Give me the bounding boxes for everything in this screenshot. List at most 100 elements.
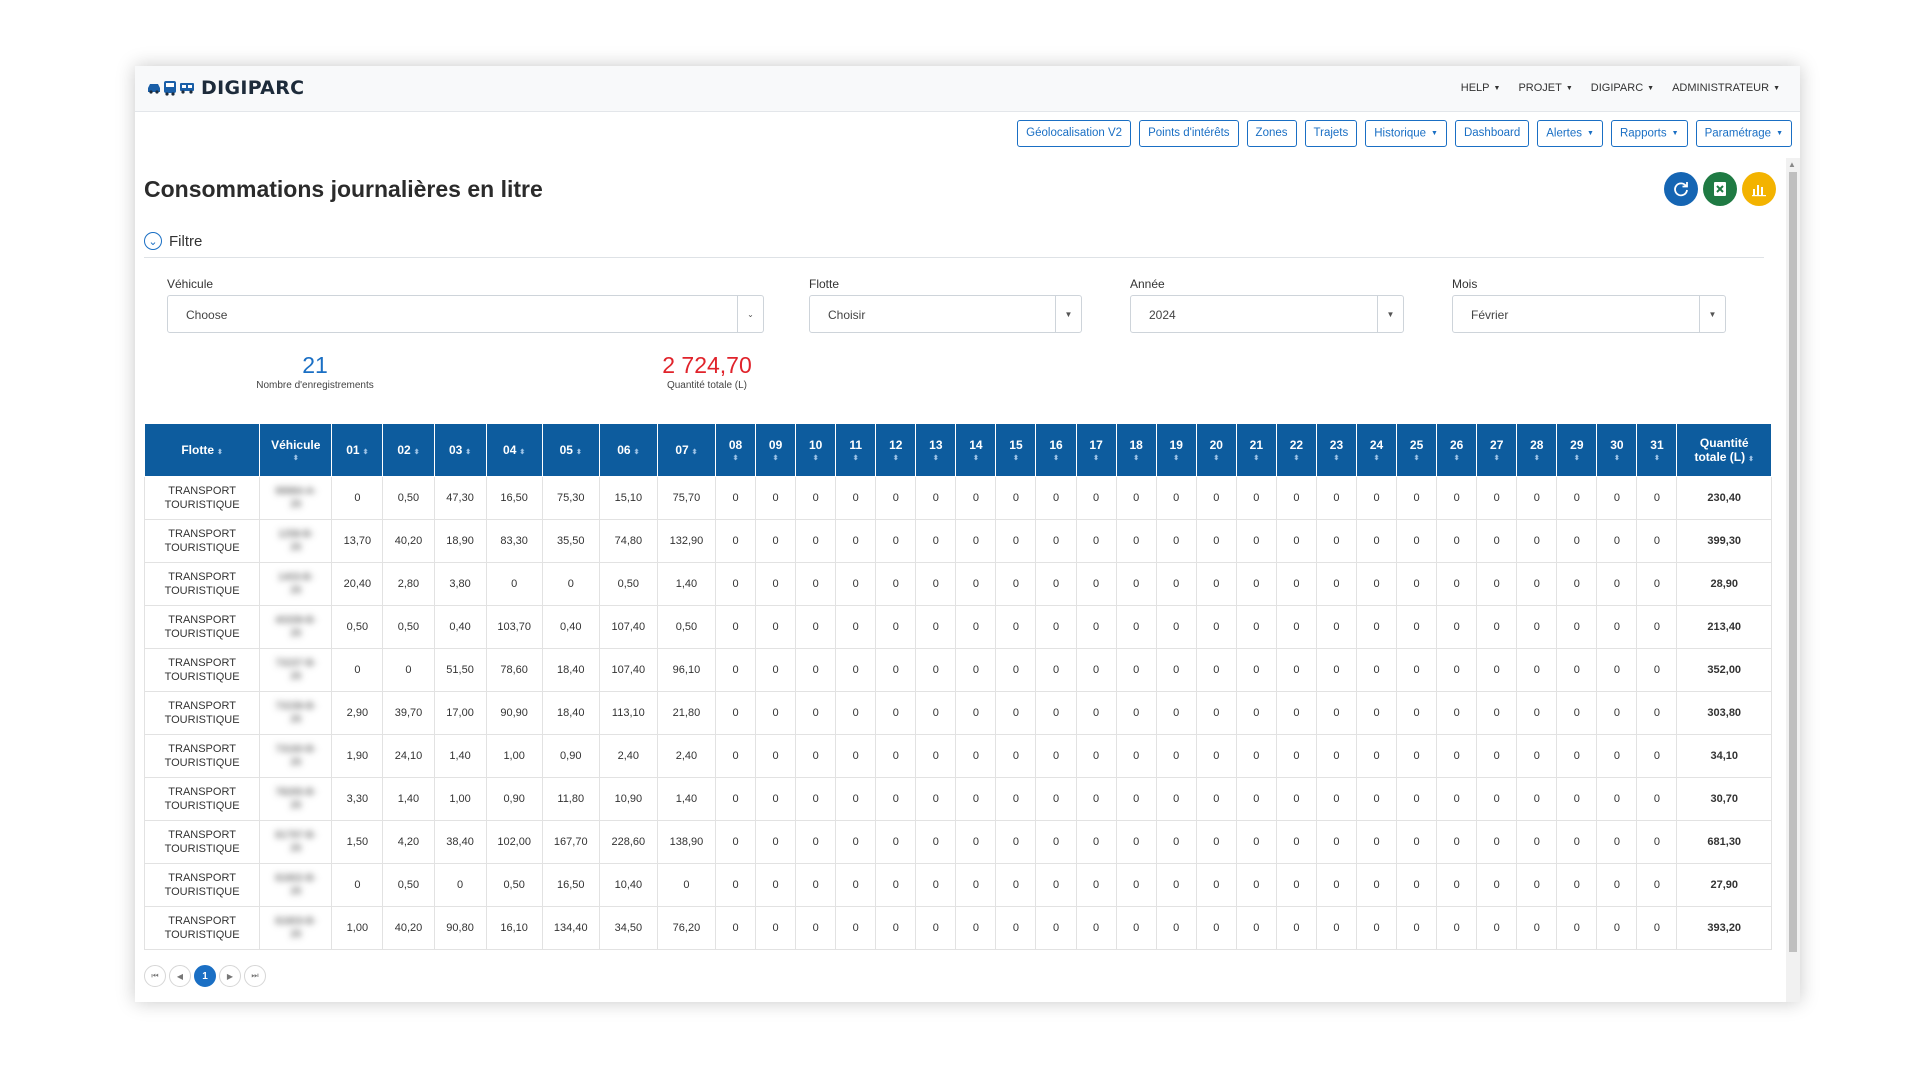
nav-trajets-button[interactable]: Trajets [1304, 120, 1358, 147]
column-header-day[interactable]: 30 ⬍ [1596, 423, 1638, 477]
column-header-day[interactable]: 02 ⬍ [382, 423, 435, 477]
scroll-up-arrow-icon[interactable]: ▲ [1788, 160, 1796, 169]
scrollbar-thumb[interactable] [1789, 172, 1797, 952]
column-header-day[interactable]: 18 ⬍ [1115, 423, 1157, 477]
column-header-day[interactable]: 04 ⬍ [485, 423, 543, 477]
menu-administrateur[interactable]: ADMINISTRATEUR ▼ [1672, 82, 1780, 94]
export-excel-button[interactable] [1703, 172, 1737, 206]
vehicule-select[interactable]: Choose ⌄ [167, 295, 764, 333]
column-header-day[interactable]: 13 ⬍ [915, 423, 957, 477]
chart-view-button[interactable] [1742, 172, 1776, 206]
column-header-day[interactable]: 20 ⬍ [1195, 423, 1237, 477]
column-header-day[interactable]: 23 ⬍ [1315, 423, 1357, 477]
column-header-vehicule[interactable]: Véhicule ⬍ [259, 423, 333, 477]
column-header-day[interactable]: 01 ⬍ [331, 423, 384, 477]
column-header-day[interactable]: 14 ⬍ [955, 423, 997, 477]
vehicle-plate-link[interactable]: 81803-B- 26 [275, 915, 316, 941]
nav-historique-button[interactable]: Historique ▼ [1365, 120, 1447, 147]
column-header-day[interactable]: 27 ⬍ [1476, 423, 1518, 477]
menu-help[interactable]: HELP ▼ [1461, 82, 1501, 94]
menu-projet[interactable]: PROJET ▼ [1518, 82, 1572, 94]
column-header-day[interactable]: 19 ⬍ [1155, 423, 1197, 477]
cell-vehicule[interactable]: 73160-B- 26 [259, 734, 333, 778]
vehicle-plate-link[interactable]: 73160-B- 26 [275, 743, 316, 769]
cell-vehicule[interactable]: 81802-B- 26 [259, 863, 333, 907]
column-header-day[interactable]: 28 ⬍ [1516, 423, 1558, 477]
column-header-day[interactable]: 05 ⬍ [541, 423, 600, 477]
refresh-button[interactable] [1664, 172, 1698, 206]
vertical-scrollbar[interactable]: ▲ [1786, 158, 1800, 1002]
table-row[interactable]: TRANSPORT TOURISTIQUE 73157-B- 26 0 0 51,50 78,… [143, 648, 1772, 692]
vehicle-plate-link[interactable]: 73157-B- 26 [275, 657, 316, 683]
last-page-button[interactable]: ⏭ [244, 965, 266, 987]
filter-toggle[interactable]: ⌄ Filtre [144, 232, 202, 250]
prev-page-button[interactable]: ◀ [169, 965, 191, 987]
cell-vehicule[interactable]: 73158-B- 26 [259, 691, 333, 735]
cell-day-value: 0 [915, 648, 957, 692]
column-header-day[interactable]: 26 ⬍ [1436, 423, 1478, 477]
column-header-total[interactable]: Quantité totale (L) ⬍ [1676, 423, 1772, 477]
nav-parametrage-button[interactable]: Paramétrage ▼ [1695, 120, 1792, 147]
cell-vehicule[interactable]: 1403-B- 26 [259, 562, 333, 606]
table-row[interactable]: TRANSPORT TOURISTIQUE 81803-B- 26 1,00 40,20 9… [143, 906, 1772, 950]
table-row[interactable]: TRANSPORT TOURISTIQUE 81802-B- 26 0 0,50 0 0,50… [143, 863, 1772, 907]
vehicle-plate-link[interactable]: 73158-B- 26 [275, 700, 316, 726]
column-header-day[interactable]: 10 ⬍ [795, 423, 837, 477]
column-header-day[interactable]: 31 ⬍ [1636, 423, 1678, 477]
annee-select[interactable]: 2024 ▼ [1130, 295, 1404, 333]
table-row[interactable]: TRANSPORT TOURISTIQUE 78265-B- 26 3,30 1,40 1,… [143, 777, 1772, 821]
column-header-day[interactable]: 21 ⬍ [1235, 423, 1277, 477]
app-logo[interactable]: DIGIPARC [147, 77, 304, 99]
vehicle-plate-link[interactable]: 81802-B- 26 [275, 872, 316, 898]
nav-points-interets-button[interactable]: Points d'intérêts [1139, 120, 1239, 147]
first-page-button[interactable]: ⏮ [144, 965, 166, 987]
column-header-day[interactable]: 03 ⬍ [433, 423, 487, 477]
page-1-button[interactable]: 1 [194, 965, 216, 987]
menu-digiparc[interactable]: DIGIPARC ▼ [1591, 82, 1654, 94]
column-header-day[interactable]: 22 ⬍ [1275, 423, 1317, 477]
column-header-day[interactable]: 15 ⬍ [995, 423, 1037, 477]
column-header-day[interactable]: 25 ⬍ [1396, 423, 1438, 477]
column-header-day[interactable]: 12 ⬍ [875, 423, 917, 477]
column-header-day[interactable]: 06 ⬍ [598, 423, 658, 477]
vehicle-plate-link[interactable]: 40339-B- 26 [275, 614, 316, 640]
nav-zones-button[interactable]: Zones [1246, 120, 1297, 147]
table-row[interactable]: TRANSPORT TOURISTIQUE 1403-B- 26 20,40 2,80 3,… [143, 562, 1772, 606]
column-header-day[interactable]: 16 ⬍ [1035, 423, 1077, 477]
cell-vehicule[interactable]: 1258-B- 26 [259, 519, 333, 563]
vehicle-plate-link[interactable]: 99984-A- 26 [275, 485, 316, 511]
column-header-day[interactable]: 07 ⬍ [656, 423, 716, 477]
cell-vehicule[interactable]: 99984-A- 26 [259, 476, 333, 520]
table-row[interactable]: TRANSPORT TOURISTIQUE 40339-B- 26 0,50 0,50 0,… [143, 605, 1772, 649]
table-row[interactable]: TRANSPORT TOURISTIQUE 1258-B- 26 13,70 40,20 1… [143, 519, 1772, 563]
mois-select[interactable]: Février ▼ [1452, 295, 1726, 333]
next-page-button[interactable]: ▶ [219, 965, 241, 987]
column-header-day[interactable]: 09 ⬍ [755, 423, 797, 477]
column-header-day[interactable]: 24 ⬍ [1355, 423, 1398, 477]
cell-vehicule[interactable]: 81797-B- 26 [259, 820, 333, 864]
nav-rapports-button[interactable]: Rapports ▼ [1610, 120, 1688, 147]
vehicle-plate-link[interactable]: 78265-B- 26 [275, 786, 316, 812]
flotte-select[interactable]: Choisir ▼ [809, 295, 1082, 333]
table-row[interactable]: TRANSPORT TOURISTIQUE 73160-B- 26 1,90 24,10 1… [143, 734, 1772, 778]
column-header-day[interactable]: 08 ⬍ [714, 423, 757, 477]
column-header-flotte[interactable]: Flotte ⬍ [143, 423, 261, 477]
nav-geolocalisation-button[interactable]: Géolocalisation V2 [1017, 120, 1132, 147]
cell-vehicule[interactable]: 78265-B- 26 [259, 777, 333, 821]
cell-vehicule[interactable]: 81803-B- 26 [259, 906, 333, 950]
table-row[interactable]: TRANSPORT TOURISTIQUE 99984-A- 26 0 0,50 47,30… [143, 476, 1772, 520]
cell-vehicule[interactable]: 73157-B- 26 [259, 648, 333, 692]
column-header-day[interactable]: 17 ⬍ [1075, 423, 1117, 477]
vehicle-plate-link[interactable]: 1258-B- 26 [278, 528, 314, 554]
nav-dashboard-button[interactable]: Dashboard [1454, 120, 1530, 147]
vehicle-plate-link[interactable]: 81797-B- 26 [275, 829, 316, 855]
cell-vehicule[interactable]: 40339-B- 26 [259, 605, 333, 649]
column-header-day[interactable]: 11 ⬍ [835, 423, 877, 477]
column-header-day[interactable]: 29 ⬍ [1556, 423, 1598, 477]
cell-day-value: 0 [755, 691, 797, 735]
nav-alertes-button[interactable]: Alertes ▼ [1537, 120, 1603, 147]
vehicle-plate-link[interactable]: 1403-B- 26 [278, 571, 314, 597]
table-row[interactable]: TRANSPORT TOURISTIQUE 73158-B- 26 2,90 39,70 1… [143, 691, 1772, 735]
table-row[interactable]: TRANSPORT TOURISTIQUE 81797-B- 26 1,50 4,20 38… [143, 820, 1772, 864]
cell-day-value: 0 [1275, 863, 1317, 907]
